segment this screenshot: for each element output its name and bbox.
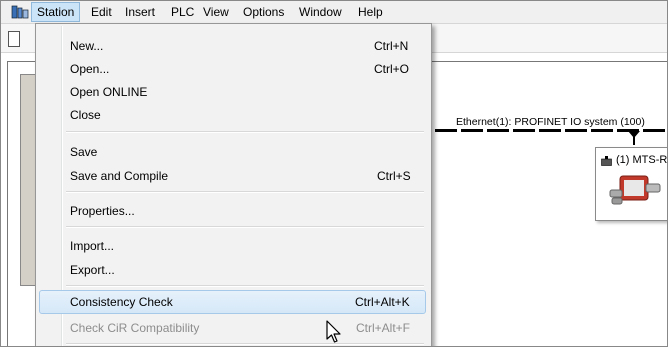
menu-bar: Station Edit Insert PLC View Options Win… (1, 1, 667, 24)
menu-item-shortcut: Ctrl+O (374, 62, 410, 76)
menu-view[interactable]: View (198, 3, 234, 21)
menu-item-check-cir-compatibility[interactable]: Check CiR Compatibility Ctrl+Alt+F (39, 316, 426, 340)
menu-item-label: Check CiR Compatibility (70, 321, 200, 335)
menu-item-shortcut: Ctrl+S (377, 169, 411, 183)
menu-item-label: Save and Compile (70, 169, 169, 183)
menu-item-label: Save (70, 145, 98, 159)
menu-help[interactable]: Help (353, 3, 388, 21)
menu-station[interactable]: Station (31, 2, 81, 22)
menu-item-export[interactable]: Export... (39, 258, 426, 282)
menu-item-label: Open ONLINE (70, 85, 148, 99)
menu-item-open[interactable]: Open... Ctrl+O (39, 57, 426, 81)
menu-item-label: Export... (70, 263, 115, 277)
menu-insert[interactable]: Insert (120, 3, 160, 21)
menu-item-save[interactable]: Save (39, 140, 426, 164)
new-document-icon[interactable] (8, 31, 20, 47)
menu-item-new[interactable]: New... Ctrl+N (39, 34, 426, 58)
menu-item-label: Consistency Check (70, 295, 173, 309)
station-menu-dropdown: New... Ctrl+N Open... Ctrl+O Open ONLINE… (35, 23, 432, 346)
menu-separator (66, 191, 424, 193)
menu-item-shortcut: Ctrl+Alt+F (356, 321, 411, 335)
menu-window[interactable]: Window (294, 3, 347, 21)
device-node[interactable]: (1) MTS-R (595, 147, 668, 221)
rack-panel[interactable] (20, 74, 36, 286)
menu-item-consistency-check[interactable]: Consistency Check Ctrl+Alt+K (39, 290, 426, 314)
menu-item-open-online[interactable]: Open ONLINE (39, 80, 426, 104)
menu-edit[interactable]: Edit (86, 3, 117, 21)
device-label: (1) MTS-R (616, 154, 668, 166)
menu-separator (66, 131, 424, 133)
mouse-pointer-icon (326, 320, 341, 343)
menu-item-close[interactable]: Close (39, 103, 426, 127)
menu-item-label: Close (70, 108, 101, 122)
menu-plc[interactable]: PLC (166, 3, 199, 21)
menu-item-label: Open... (70, 62, 110, 76)
profinet-network-label[interactable]: Ethernet(1): PROFINET IO system (100) (456, 116, 645, 128)
menu-item-shortcut: Ctrl+N (374, 39, 409, 53)
connection-arrow-icon (628, 131, 640, 138)
app-window: Station Edit Insert PLC View Options Win… (0, 0, 668, 347)
menu-item-label: New... (70, 39, 104, 53)
menu-separator (66, 285, 424, 287)
sensor-device-image (609, 175, 661, 205)
app-icon[interactable] (11, 5, 29, 19)
menu-item-import[interactable]: Import... (39, 234, 426, 258)
menu-options[interactable]: Options (238, 3, 289, 21)
menu-item-label: Properties... (70, 204, 135, 218)
menu-item-save-and-compile[interactable]: Save and Compile Ctrl+S (39, 164, 426, 188)
menu-separator (66, 226, 424, 228)
menu-item-properties[interactable]: Properties... (39, 199, 426, 223)
menu-separator (66, 343, 424, 345)
menu-item-label: Import... (70, 239, 115, 253)
io-device-icon (601, 156, 612, 166)
menu-item-shortcut: Ctrl+Alt+K (355, 295, 410, 309)
